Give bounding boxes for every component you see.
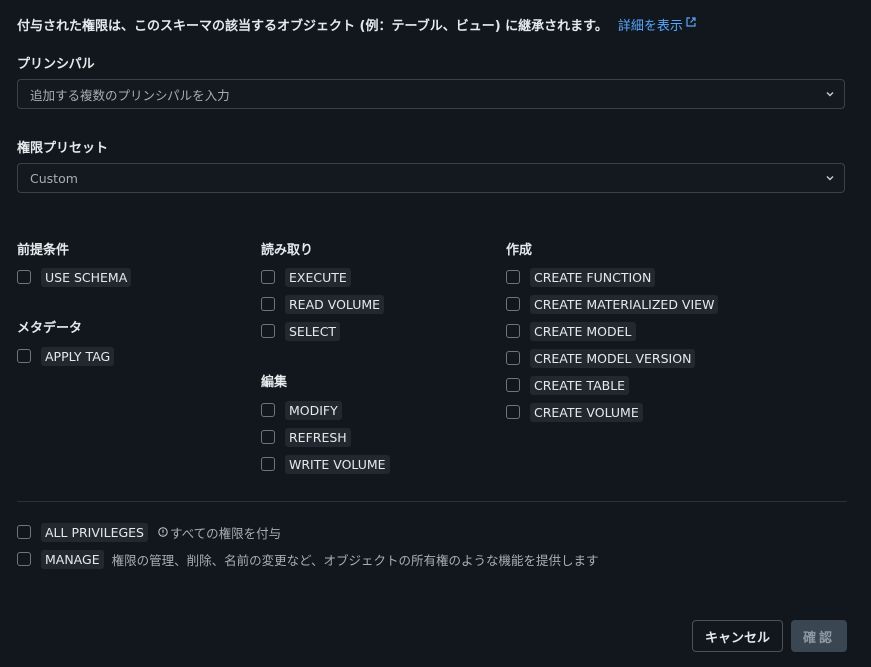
privilege-label: CREATE VOLUME [530,402,643,422]
checkbox[interactable] [261,297,275,311]
confirm-button[interactable]: 確認 [791,620,847,652]
privilege-create-table[interactable]: CREATE TABLE [506,374,630,396]
privilege-manage[interactable]: MANAGE 権限の管理、削除、名前の変更など、オブジェクトの所有権のような機能… [17,548,599,570]
privilege-select[interactable]: SELECT [261,320,341,342]
external-link-icon[interactable] [686,17,696,27]
privilege-label: MODIFY [285,400,342,420]
checkbox[interactable] [261,457,275,471]
privilege-label: SELECT [285,321,341,341]
privilege-label: WRITE VOLUME [285,454,390,474]
privilege-label: ALL PRIVILEGES [41,522,148,542]
privilege-modify[interactable]: MODIFY [261,399,342,421]
principal-placeholder: 追加する複数のプリンシパルを入力 [30,87,230,103]
section-divider [17,501,847,502]
privilege-use-schema[interactable]: USE SCHEMA [17,266,132,288]
privilege-label: MANAGE [41,549,104,569]
privilege-create-materialized-view[interactable]: CREATE MATERIALIZED VIEW [506,293,719,315]
checkbox[interactable] [506,405,520,419]
prereq-heading: 前提条件 [17,243,70,258]
preset-select[interactable]: Custom [17,163,845,193]
privilege-read-volume[interactable]: READ VOLUME [261,293,385,315]
checkbox[interactable] [17,270,31,284]
edit-heading: 編集 [261,375,288,390]
checkbox[interactable] [261,430,275,444]
privilege-label: USE SCHEMA [41,267,132,287]
privilege-create-function[interactable]: CREATE FUNCTION [506,266,656,288]
chevron-down-icon [826,176,834,181]
privilege-label: CREATE MATERIALIZED VIEW [530,294,719,314]
manage-desc: 権限の管理、削除、名前の変更など、オブジェクトの所有権のような機能を提供します [111,552,599,568]
preset-label: 権限プリセット [17,141,109,156]
create-heading: 作成 [506,243,533,258]
checkbox[interactable] [506,378,520,392]
checkbox[interactable] [506,270,520,284]
privilege-create-volume[interactable]: CREATE VOLUME [506,401,643,423]
privilege-execute[interactable]: EXECUTE [261,266,351,288]
checkbox[interactable] [506,324,520,338]
privilege-create-model-version[interactable]: CREATE MODEL VERSION [506,347,696,369]
preset-value: Custom [30,170,78,186]
learn-more-link-text[interactable]: 詳細を表示 [618,19,683,34]
privilege-label: CREATE TABLE [530,375,630,395]
read-heading: 読み取り [261,243,314,258]
checkbox[interactable] [17,525,31,539]
privilege-label: CREATE MODEL VERSION [530,348,696,368]
all-privileges-desc: すべての権限を付与 [169,525,282,541]
privilege-label: READ VOLUME [285,294,385,314]
privilege-label: APPLY TAG [41,346,115,366]
inheritance-info: 付与された権限は、このスキーマの該当するオブジェクト (例：テーブル、ビュー) … [17,15,696,34]
chevron-down-icon [826,92,834,97]
privilege-label: REFRESH [285,427,351,447]
inheritance-info-text: 付与された権限は、このスキーマの該当するオブジェクト (例：テーブル、ビュー) … [17,19,608,34]
checkbox[interactable] [506,297,520,311]
principal-label: プリンシパル [17,57,95,72]
checkbox[interactable] [261,270,275,284]
privilege-label: CREATE MODEL [530,321,636,341]
privilege-apply-tag[interactable]: APPLY TAG [17,345,115,367]
privilege-all-privileges[interactable]: ALL PRIVILEGES すべての権限を付与 [17,521,281,543]
privilege-label: CREATE FUNCTION [530,267,656,287]
checkbox[interactable] [261,324,275,338]
principal-select[interactable]: 追加する複数のプリンシパルを入力 [17,79,845,109]
checkbox[interactable] [17,349,31,363]
checkbox[interactable] [17,552,31,566]
metadata-heading: メタデータ [17,321,83,336]
privilege-label: EXECUTE [285,267,351,287]
privilege-refresh[interactable]: REFRESH [261,426,351,448]
cancel-button[interactable]: キャンセル [692,620,783,652]
privilege-write-volume[interactable]: WRITE VOLUME [261,453,390,475]
privilege-create-model[interactable]: CREATE MODEL [506,320,636,342]
checkbox[interactable] [261,403,275,417]
checkbox[interactable] [506,351,520,365]
learn-more-link[interactable]: 詳細を表示 [618,17,696,34]
info-icon [158,527,168,537]
